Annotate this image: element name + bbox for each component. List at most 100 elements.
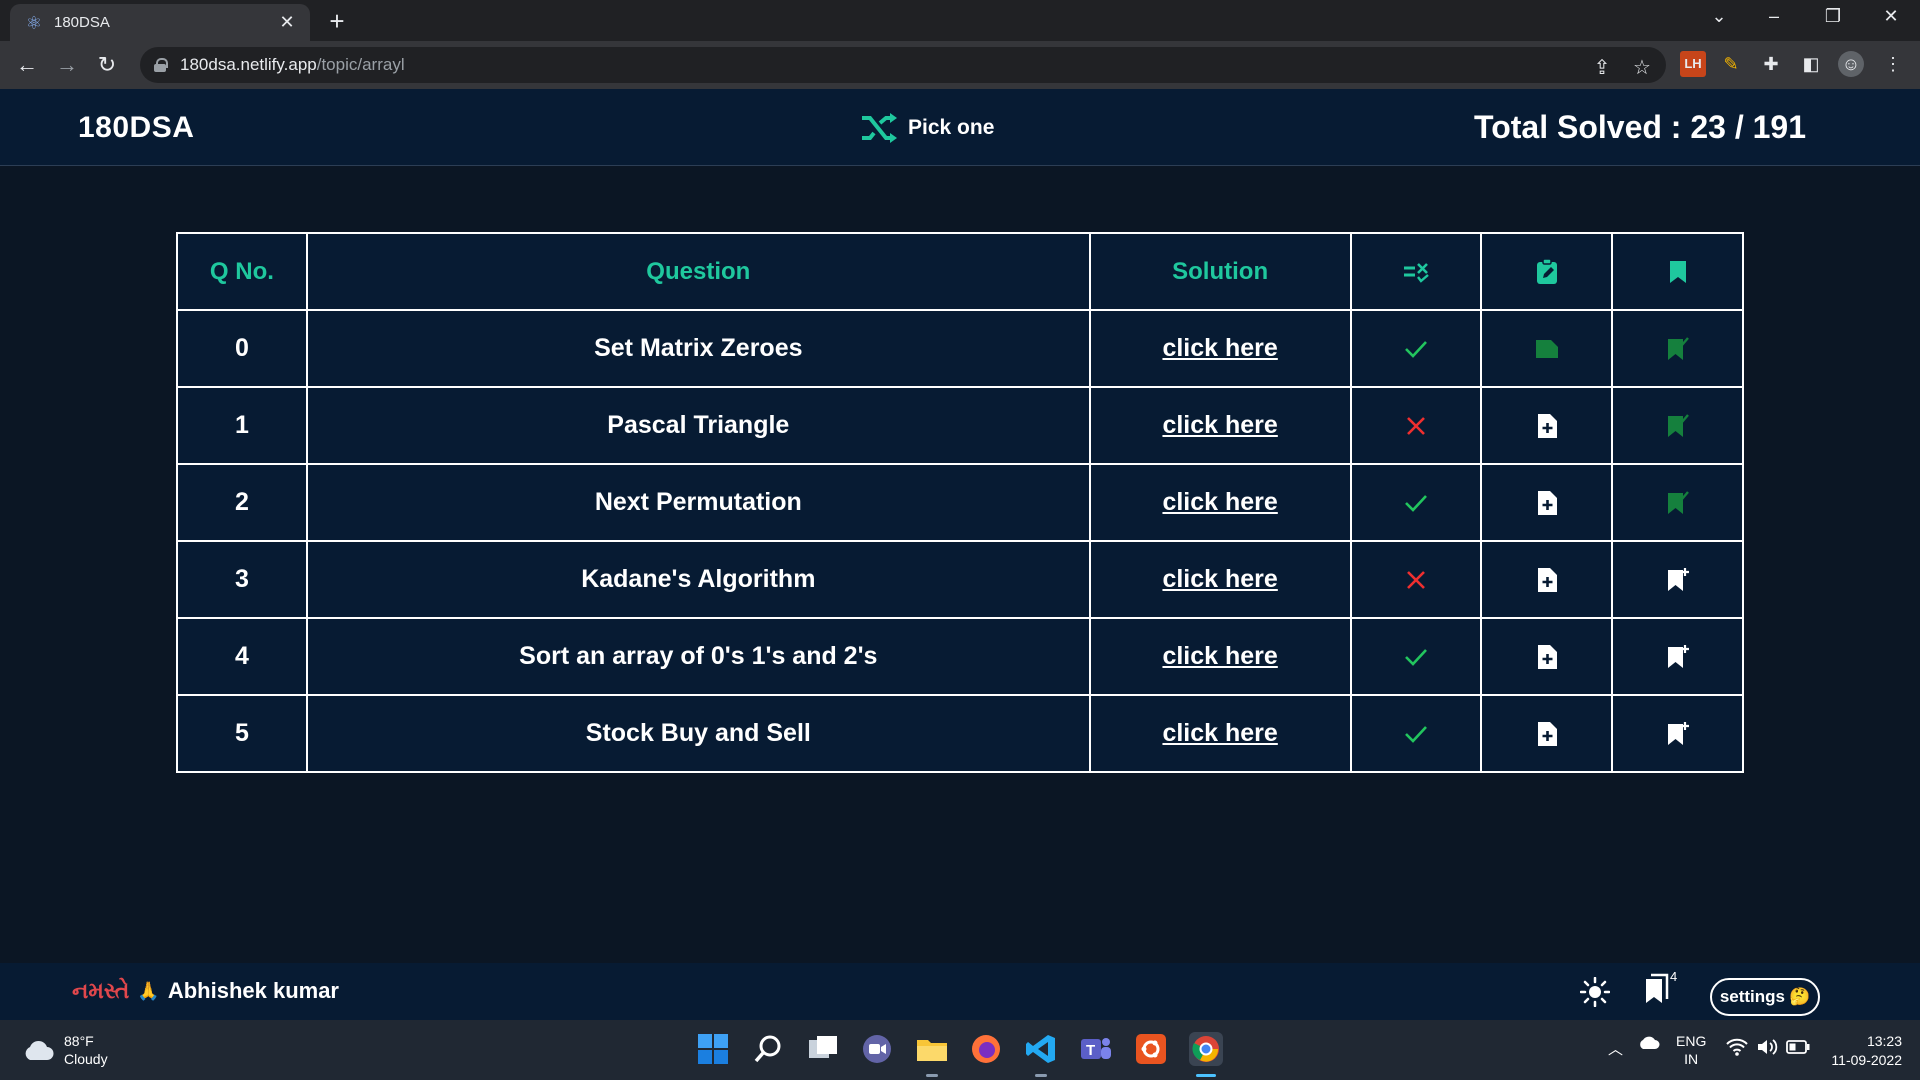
puzzle-extensions-icon[interactable]: ✚ (1758, 51, 1784, 77)
browser-toolbar: ← → ↻ 180dsa.netlify.app /topic/arrayl ⇪… (0, 41, 1920, 89)
weather-condition: Cloudy (64, 1051, 108, 1067)
bookmarked-icon (1667, 413, 1689, 437)
star-icon[interactable]: ☆ (1630, 55, 1654, 80)
profile-avatar[interactable]: ☺ (1838, 51, 1864, 77)
solution-cell: click here (1088, 540, 1352, 619)
done-status-cell[interactable] (1349, 540, 1483, 619)
brand-logo[interactable]: 180DSA (78, 111, 194, 145)
user-name: Abhishek kumar (167, 978, 339, 1003)
bookmarks-list-icon[interactable] (1642, 973, 1672, 1007)
pick-one-button[interactable]: Pick one (860, 111, 994, 145)
volume-icon[interactable] (1756, 1038, 1778, 1060)
question-number: 2 (176, 463, 308, 542)
solution-link[interactable]: click here (1162, 719, 1277, 747)
note-cell[interactable] (1480, 694, 1614, 773)
task-view-icon[interactable] (806, 1032, 840, 1066)
tab-search-icon[interactable]: ⌄ (1704, 6, 1734, 27)
check-icon (1404, 648, 1427, 666)
solution-link[interactable]: click here (1162, 642, 1277, 670)
question-number: 0 (176, 309, 308, 388)
app-header: 180DSA Pick one Total Solved : 23 / 191 (0, 89, 1920, 166)
greeting-word: નમસ્તે (72, 978, 130, 1003)
close-tab-icon[interactable]: ✕ (276, 12, 298, 33)
ubuntu-icon[interactable] (1134, 1032, 1168, 1066)
windows-taskbar: 88°F Cloudy T ︿ ENG IN 13:23 11-09-2022 (0, 1020, 1920, 1080)
url-path: /topic/arrayl (316, 55, 405, 74)
side-panel-icon[interactable]: ◧ (1798, 51, 1824, 77)
start-button[interactable] (696, 1032, 730, 1066)
total-solved: Total Solved : 23 / 191 (1474, 109, 1806, 145)
close-window-button[interactable]: ✕ (1876, 6, 1906, 27)
lock-icon (154, 58, 168, 72)
done-status-cell[interactable] (1349, 386, 1483, 465)
table-row: 1 Pascal Triangle click here (176, 386, 1744, 465)
wifi-icon[interactable] (1726, 1038, 1748, 1060)
bookmark-cell[interactable] (1611, 463, 1744, 542)
note-cell[interactable] (1480, 463, 1614, 542)
weather-widget[interactable]: 88°F Cloudy (22, 1032, 108, 1068)
battery-icon[interactable] (1786, 1040, 1810, 1058)
file-explorer-icon[interactable] (915, 1032, 949, 1066)
back-button[interactable]: ← (12, 50, 42, 80)
done-status-icon (1403, 262, 1429, 283)
react-favicon-icon: ⚛ (25, 12, 43, 33)
solution-link[interactable]: click here (1162, 334, 1277, 362)
bookmark-cell[interactable] (1611, 309, 1744, 388)
add-bookmark-icon (1667, 644, 1689, 668)
question-title: Kadane's Algorithm (305, 540, 1091, 619)
restore-button[interactable]: ❐ (1818, 6, 1848, 27)
bookmark-cell[interactable] (1611, 617, 1744, 696)
address-bar[interactable]: 180dsa.netlify.app /topic/arrayl ⇪ ☆ (140, 47, 1666, 83)
solution-link[interactable]: click here (1162, 488, 1277, 516)
note-cell[interactable] (1480, 540, 1614, 619)
clock[interactable]: 13:23 11-09-2022 (1831, 1032, 1902, 1070)
notification-count: 4 (1670, 969, 1678, 984)
chrome-menu-icon[interactable]: ⋮ (1880, 51, 1906, 77)
firefox-icon[interactable] (969, 1032, 1003, 1066)
note-cell[interactable] (1480, 617, 1614, 696)
teams-icon[interactable]: T (1079, 1032, 1113, 1066)
praying-hands-icon: 🙏 (137, 980, 160, 1001)
extension-lh-icon[interactable]: LH (1680, 51, 1706, 77)
done-status-cell[interactable] (1349, 617, 1483, 696)
bookmark-cell[interactable] (1611, 540, 1744, 619)
minimize-button[interactable]: – (1759, 6, 1789, 27)
add-bookmark-icon (1667, 721, 1689, 745)
done-status-cell[interactable] (1349, 694, 1483, 773)
theme-toggle-sun-icon[interactable] (1580, 977, 1610, 1007)
add-note-icon (1537, 490, 1557, 515)
check-icon (1404, 725, 1427, 743)
question-number: 1 (176, 386, 308, 465)
bookmark-cell[interactable] (1611, 386, 1744, 465)
done-status-cell[interactable] (1349, 463, 1483, 542)
question-title: Stock Buy and Sell (305, 694, 1091, 773)
chrome-icon[interactable] (1189, 1032, 1223, 1066)
forward-button[interactable]: → (52, 50, 82, 80)
greeting: નમસ્તે 🙏 Abhishek kumar (72, 978, 339, 1004)
search-icon[interactable] (751, 1032, 785, 1066)
new-tab-button[interactable]: + (322, 6, 352, 37)
language-indicator[interactable]: ENG IN (1676, 1032, 1706, 1068)
share-icon[interactable]: ⇪ (1590, 55, 1614, 80)
explorer-running-indicator (926, 1074, 938, 1077)
bookmark-cell[interactable] (1611, 694, 1744, 773)
pen-extension-icon[interactable]: ✎ (1718, 51, 1744, 77)
teams-chat-icon[interactable] (860, 1032, 894, 1066)
browser-tab[interactable]: ⚛ 180DSA ✕ (10, 4, 310, 41)
add-note-icon (1537, 644, 1557, 669)
saved-note-icon (1535, 339, 1558, 358)
note-cell[interactable] (1480, 309, 1614, 388)
check-icon (1404, 340, 1427, 358)
note-cell[interactable] (1480, 386, 1614, 465)
show-hidden-icons[interactable]: ︿ (1608, 1038, 1623, 1059)
onedrive-icon[interactable] (1638, 1034, 1660, 1054)
vscode-icon[interactable] (1024, 1032, 1058, 1066)
notes-icon (1536, 258, 1557, 284)
settings-button[interactable]: settings 🤔 (1710, 978, 1820, 1016)
done-status-cell[interactable] (1349, 309, 1483, 388)
add-bookmark-icon (1667, 567, 1689, 591)
bookmarked-icon (1667, 336, 1689, 360)
solution-link[interactable]: click here (1162, 565, 1277, 593)
solution-link[interactable]: click here (1162, 411, 1277, 439)
reload-button[interactable]: ↻ (92, 50, 122, 80)
